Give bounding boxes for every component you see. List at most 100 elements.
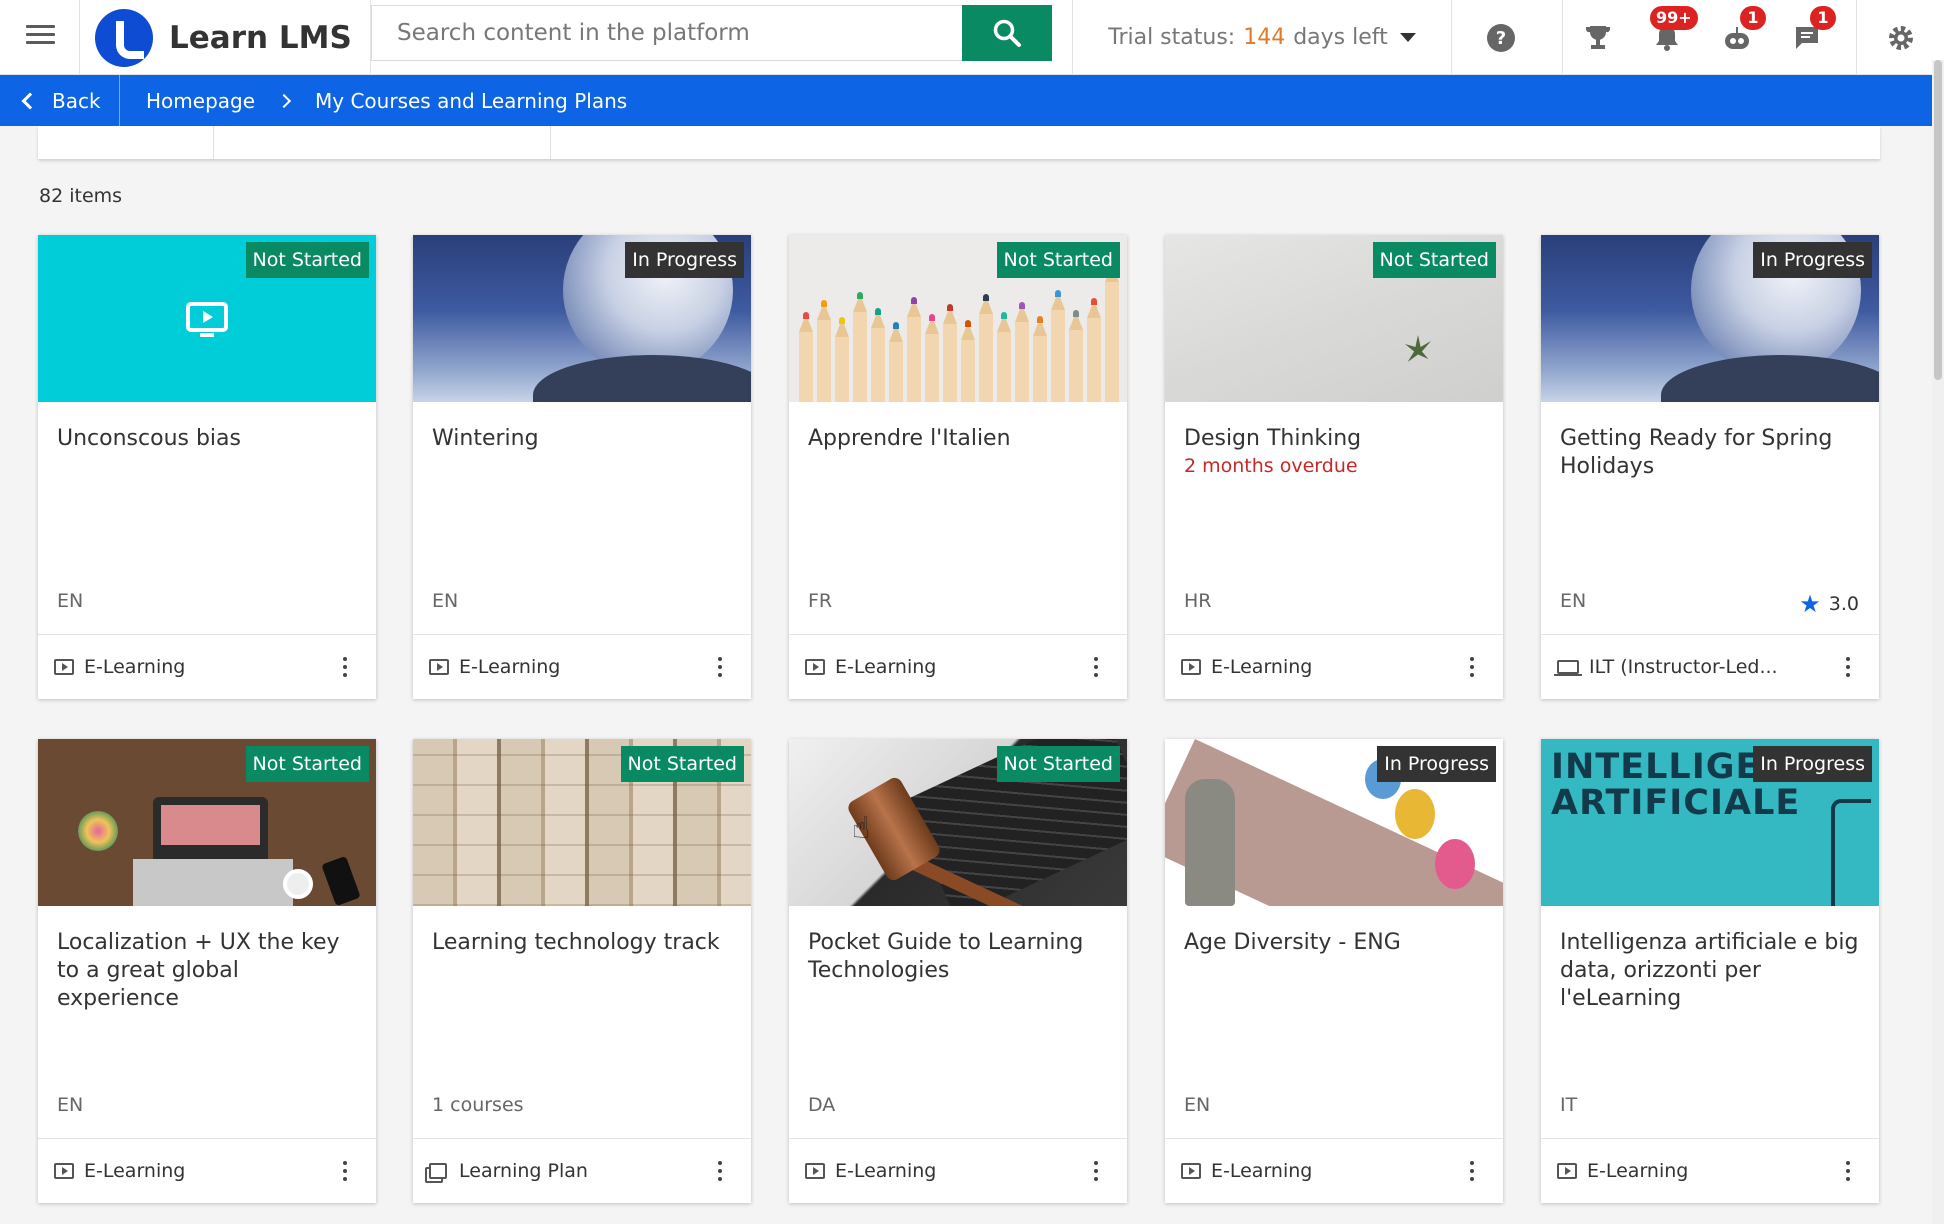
status-badge: In Progress xyxy=(1377,746,1496,782)
course-card[interactable]: INTELLIGEN ARTIFICIALE In Progress Intel… xyxy=(1541,739,1879,1203)
course-card[interactable]: In Progress Wintering EN E-Learning xyxy=(413,235,751,699)
course-count: 1 courses xyxy=(432,1094,524,1116)
course-type: E-Learning xyxy=(835,1160,937,1182)
course-card[interactable]: ☝ Not Started Pocket Guide to Learning T… xyxy=(789,739,1127,1203)
course-card[interactable]: In Progress Age Diversity - ENG EN E-Lea… xyxy=(1165,739,1503,1203)
course-card[interactable]: In Progress Getting Ready for Spring Hol… xyxy=(1541,235,1879,699)
more-options-icon[interactable] xyxy=(718,657,722,677)
trial-suffix: days left xyxy=(1293,25,1388,50)
course-type: E-Learning xyxy=(84,1160,186,1182)
status-badge: Not Started xyxy=(996,746,1120,782)
course-title[interactable]: Apprendre l'Italien xyxy=(808,425,1108,453)
course-thumbnail: INTELLIGEN ARTIFICIALE In Progress xyxy=(1541,739,1879,906)
help-icon[interactable]: ? xyxy=(1466,0,1536,75)
learning-plan-card[interactable]: Not Started Learning technology track 1 … xyxy=(413,739,751,1203)
status-badge: Not Started xyxy=(1372,242,1496,278)
notification-badge: 99+ xyxy=(1650,6,1698,30)
more-options-icon[interactable] xyxy=(1846,657,1850,677)
course-language: FR xyxy=(808,590,833,612)
course-card[interactable]: Not Started Localization + UX the key to… xyxy=(38,739,376,1203)
trial-days: 144 xyxy=(1243,25,1286,50)
elearning-icon xyxy=(54,659,74,675)
course-title[interactable]: Wintering xyxy=(432,425,732,453)
star-icon: ★ xyxy=(1799,590,1821,618)
trophy-icon[interactable] xyxy=(1562,0,1632,75)
chat-icon[interactable]: 1 xyxy=(1772,0,1842,75)
course-type: E-Learning xyxy=(1587,1160,1689,1182)
menu-icon[interactable] xyxy=(0,0,80,75)
course-thumbnail: In Progress xyxy=(1165,739,1503,906)
more-options-icon[interactable] xyxy=(718,1161,722,1181)
brand-name: Learn LMS xyxy=(169,19,352,56)
brand[interactable]: Learn LMS xyxy=(95,0,371,75)
elearning-icon xyxy=(1181,1163,1201,1179)
course-footer: E-Learning xyxy=(38,1138,376,1203)
course-card[interactable]: Not Started Apprendre l'Italien FR E-Lea… xyxy=(789,235,1127,699)
course-title[interactable]: Getting Ready for Spring Holidays xyxy=(1560,425,1860,481)
results-count: 82 items xyxy=(39,185,123,207)
course-thumbnail: Not Started xyxy=(789,235,1127,402)
chevron-right-icon xyxy=(276,93,292,108)
elearning-icon xyxy=(1557,1163,1577,1179)
search-button[interactable] xyxy=(962,5,1052,61)
course-footer: Learning Plan xyxy=(413,1138,751,1203)
course-title[interactable]: Learning technology track xyxy=(432,929,732,957)
more-options-icon[interactable] xyxy=(1470,657,1474,677)
chat-badge: 1 xyxy=(1810,6,1836,30)
course-language: DA xyxy=(808,1094,836,1116)
trial-prefix: Trial status: xyxy=(1108,25,1236,50)
course-title[interactable]: Unconscous bias xyxy=(57,425,357,453)
course-footer: E-Learning xyxy=(789,634,1127,699)
course-title[interactable]: Localization + UX the key to a great glo… xyxy=(57,929,357,1013)
course-footer: ILT (Instructor-Led... xyxy=(1541,634,1879,699)
course-footer: E-Learning xyxy=(1165,634,1503,699)
course-rating: ★ 3.0 xyxy=(1799,590,1859,618)
elearning-icon xyxy=(429,659,449,675)
breadcrumb-current: My Courses and Learning Plans xyxy=(315,88,628,113)
status-badge: Not Started xyxy=(996,242,1120,278)
back-button[interactable]: Back xyxy=(0,75,120,126)
course-type: Learning Plan xyxy=(459,1160,588,1182)
more-options-icon[interactable] xyxy=(1846,1161,1850,1181)
more-options-icon[interactable] xyxy=(343,657,347,677)
rating-value: 3.0 xyxy=(1828,593,1859,615)
back-label: Back xyxy=(52,88,101,113)
course-card[interactable]: Not Started Unconscous bias EN E-Learnin… xyxy=(38,235,376,699)
scrollbar[interactable] xyxy=(1932,60,1944,1224)
course-thumbnail: In Progress xyxy=(1541,235,1879,402)
play-icon xyxy=(186,302,228,337)
gear-icon[interactable] xyxy=(1856,0,1944,75)
search-input[interactable] xyxy=(371,5,963,61)
overdue-label: 2 months overdue xyxy=(1184,455,1358,477)
elearning-icon xyxy=(54,1163,74,1179)
course-footer: E-Learning xyxy=(1541,1138,1879,1203)
elearning-icon xyxy=(1181,659,1201,675)
more-options-icon[interactable] xyxy=(343,1161,347,1181)
course-footer: E-Learning xyxy=(38,634,376,699)
filter-bar xyxy=(38,126,1880,159)
status-badge: Not Started xyxy=(245,746,369,782)
bell-icon[interactable]: 99+ xyxy=(1632,0,1702,75)
course-title[interactable]: Intelligenza artificiale e big data, ori… xyxy=(1560,929,1860,1013)
status-badge: In Progress xyxy=(1753,242,1872,278)
course-title[interactable]: Pocket Guide to Learning Technologies xyxy=(808,929,1108,985)
more-options-icon[interactable] xyxy=(1094,1161,1098,1181)
course-language: EN xyxy=(1184,1094,1211,1116)
course-title[interactable]: Design Thinking xyxy=(1184,425,1484,453)
logo-icon xyxy=(95,8,153,67)
more-options-icon[interactable] xyxy=(1094,657,1098,677)
breadcrumb-home[interactable]: Homepage xyxy=(146,89,255,113)
course-language: EN xyxy=(57,1094,84,1116)
course-thumbnail: Not Started xyxy=(38,739,376,906)
course-language: HR xyxy=(1184,590,1212,612)
course-thumbnail: Not Started xyxy=(413,739,751,906)
more-options-icon[interactable] xyxy=(1470,1161,1474,1181)
course-title[interactable]: Age Diversity - ENG xyxy=(1184,929,1484,957)
trial-status[interactable]: Trial status: 144 days left xyxy=(1072,0,1452,75)
learning-plan-icon xyxy=(429,1163,447,1179)
course-card[interactable]: Not Started Design Thinking 2 months ove… xyxy=(1165,235,1503,699)
elearning-icon xyxy=(805,1163,825,1179)
bot-icon[interactable]: 1 xyxy=(1702,0,1772,75)
course-language: EN xyxy=(57,590,84,612)
hand-cursor-icon: ☝ xyxy=(852,811,871,846)
